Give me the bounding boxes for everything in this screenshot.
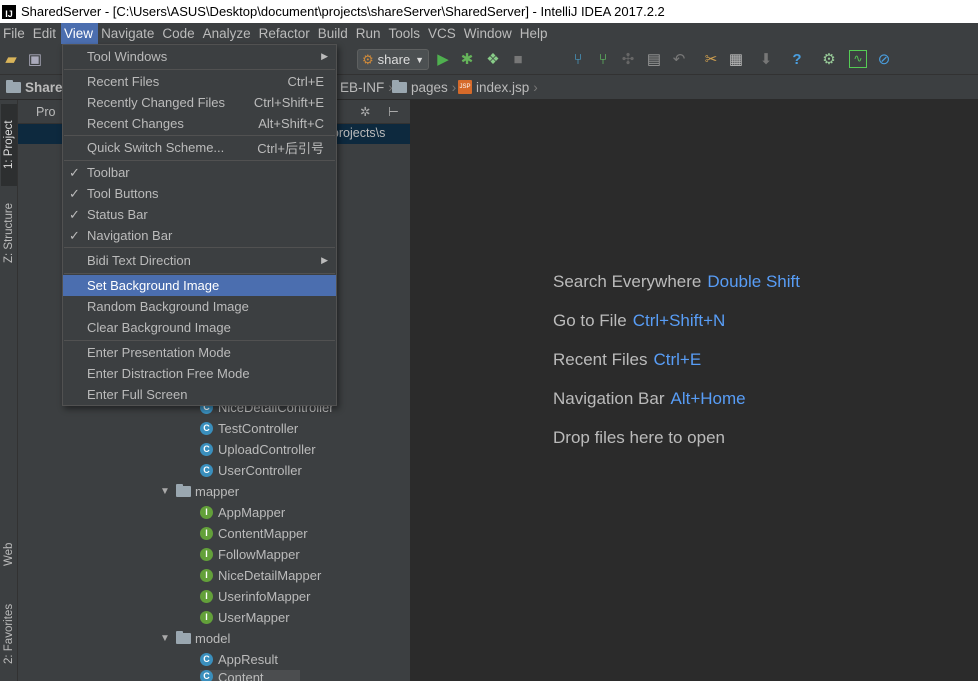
menu-item-tool-buttons[interactable]: ✓ Tool Buttons xyxy=(63,183,336,204)
menu-item-presentation-mode[interactable]: Enter Presentation Mode xyxy=(63,342,336,363)
menu-build[interactable]: Build xyxy=(315,23,353,44)
disable-icon[interactable]: ⊘ xyxy=(875,50,893,68)
run-icon[interactable]: ▶ xyxy=(434,50,452,68)
menu-separator xyxy=(64,247,335,248)
folder-icon xyxy=(392,79,407,93)
tree-item[interactable]: C TestController xyxy=(200,418,298,439)
view-menu-dropdown: Tool Windows ▶ Recent Files Ctrl+E Recentl… xyxy=(62,44,337,406)
checkmark-icon: ✓ xyxy=(69,227,80,243)
menu-navigate[interactable]: Navigate xyxy=(98,23,159,44)
menu-separator xyxy=(64,69,335,70)
sdk-icon[interactable]: ⬇ xyxy=(757,50,775,68)
menu-item-random-background-image[interactable]: Random Background Image xyxy=(63,296,336,317)
tree-item[interactable]: I AppMapper xyxy=(200,502,285,523)
chevron-down-icon: ▼ xyxy=(415,54,424,65)
checkmark-icon: ✓ xyxy=(69,206,80,222)
hint-recent-files: Recent Files Ctrl+E xyxy=(553,350,702,369)
menu-separator xyxy=(64,340,335,341)
tree-item[interactable]: I ContentMapper xyxy=(200,523,308,544)
hide-panel-icon[interactable]: ⊢ xyxy=(388,104,399,119)
tree-item[interactable]: I UserMapper xyxy=(200,607,290,628)
chevron-right-icon: › xyxy=(533,79,538,95)
left-tool-strip: 1: Project Z: Structure Web 2: Favorites xyxy=(0,100,18,681)
menu-file[interactable]: File xyxy=(0,23,30,44)
tab-project[interactable]: 1: Project xyxy=(1,104,17,186)
settings-icon[interactable]: ✂ xyxy=(702,50,720,68)
compare-icon[interactable]: ✣ xyxy=(619,50,637,68)
monitor-icon[interactable]: ∿ xyxy=(849,50,867,68)
checkmark-icon: ✓ xyxy=(69,164,80,180)
open-folder-icon[interactable]: ▰ xyxy=(2,50,20,68)
tree-item[interactable]: C Content xyxy=(200,670,300,681)
menu-item-distraction-free-mode[interactable]: Enter Distraction Free Mode xyxy=(63,363,336,384)
menu-separator xyxy=(64,135,335,136)
gear-icon[interactable]: ✲ xyxy=(360,104,370,119)
history-icon[interactable]: ▤ xyxy=(645,50,663,68)
hint-search-everywhere: Search Everywhere Double Shift xyxy=(553,272,800,291)
tree-item[interactable]: C UploadController xyxy=(200,439,316,460)
menu-item-recent-files[interactable]: Recent Files Ctrl+E xyxy=(63,71,336,92)
menu-refactor[interactable]: Refactor xyxy=(256,23,315,44)
menu-item-recent-changes[interactable]: Recent Changes Alt+Shift+C xyxy=(63,113,336,134)
menu-edit[interactable]: Edit xyxy=(30,23,61,44)
menu-run[interactable]: Run xyxy=(353,23,386,44)
menu-item-toolbar[interactable]: ✓ Toolbar xyxy=(63,162,336,183)
tab-favorites[interactable]: 2: Favorites xyxy=(1,592,17,676)
tree-item[interactable]: C AppResult xyxy=(200,649,278,670)
configuration-icon: ⚙ xyxy=(362,51,374,67)
run-configuration-select[interactable]: ⚙ share ▼ xyxy=(357,49,429,70)
breadcrumb-file[interactable]: JSP index.jsp › xyxy=(454,75,542,100)
menu-window[interactable]: Window xyxy=(461,23,517,44)
menu-help[interactable]: Help xyxy=(517,23,553,44)
menu-separator xyxy=(64,273,335,274)
checkmark-icon: ✓ xyxy=(69,185,80,201)
vcs-update-icon[interactable]: ⑂ xyxy=(569,50,587,68)
menu-item-clear-background-image[interactable]: Clear Background Image xyxy=(63,317,336,338)
submenu-arrow-icon: ▶ xyxy=(321,255,328,265)
revert-icon[interactable]: ↶ xyxy=(670,50,688,68)
plugin-icon[interactable]: ⚙ xyxy=(820,50,838,68)
intellij-logo-icon: IJ xyxy=(2,4,16,19)
title-bar: IJ SharedServer - [C:\Users\ASUS\Desktop… xyxy=(0,0,978,23)
jsp-file-icon: JSP xyxy=(458,80,472,94)
tree-item[interactable]: I NiceDetailMapper xyxy=(200,565,321,586)
menu-item-recently-changed-files[interactable]: Recently Changed Files Ctrl+Shift+E xyxy=(63,92,336,113)
hint-navigation-bar: Navigation Bar Alt+Home xyxy=(553,389,746,408)
folder-icon xyxy=(6,79,21,93)
menu-tools[interactable]: Tools xyxy=(386,23,426,44)
window-title: SharedServer - [C:\Users\ASUS\Desktop\do… xyxy=(21,4,665,19)
help-icon[interactable]: ? xyxy=(788,50,806,68)
tree-item[interactable]: I UserinfoMapper xyxy=(200,586,311,607)
tab-web[interactable]: Web xyxy=(1,530,17,578)
menu-code[interactable]: Code xyxy=(159,23,199,44)
debug-icon[interactable]: ✱ xyxy=(458,50,476,68)
menu-item-tool-windows[interactable]: Tool Windows ▶ xyxy=(63,46,336,67)
hint-drop-files: Drop files here to open xyxy=(553,428,725,447)
tab-structure[interactable]: Z: Structure xyxy=(1,192,17,274)
save-icon[interactable]: ▣ xyxy=(26,50,44,68)
menu-item-full-screen[interactable]: Enter Full Screen xyxy=(63,384,336,405)
menu-item-quick-switch-scheme[interactable]: Quick Switch Scheme... Ctrl+后引号 xyxy=(63,137,336,158)
menu-item-bidi-text-direction[interactable]: Bidi Text Direction ▶ xyxy=(63,250,336,271)
menu-vcs[interactable]: VCS xyxy=(425,23,461,44)
menu-item-set-background-image[interactable]: Set Background Image xyxy=(63,275,336,296)
menu-view[interactable]: View xyxy=(61,23,99,44)
editor-area[interactable]: Search Everywhere Double Shift Go to File… xyxy=(410,100,978,681)
menu-bar: File Edit View Navigate Code Analyze Ref… xyxy=(0,23,978,44)
tree-folder-model[interactable]: ▼ model xyxy=(158,628,230,649)
tree-folder-mapper[interactable]: ▼ mapper xyxy=(158,481,239,502)
menu-item-navigation-bar[interactable]: ✓ Navigation Bar xyxy=(63,225,336,246)
coverage-icon[interactable]: ❖ xyxy=(484,50,502,68)
breadcrumb-pages[interactable]: pages › xyxy=(388,75,460,100)
hint-go-to-file: Go to File Ctrl+Shift+N xyxy=(553,311,726,330)
submenu-arrow-icon: ▶ xyxy=(321,51,328,61)
menu-analyze[interactable]: Analyze xyxy=(200,23,256,44)
menu-separator xyxy=(64,160,335,161)
vcs-commit-icon[interactable]: ⑂ xyxy=(594,50,612,68)
tree-item[interactable]: I FollowMapper xyxy=(200,544,300,565)
stop-icon[interactable]: ■ xyxy=(509,50,527,68)
menu-item-status-bar[interactable]: ✓ Status Bar xyxy=(63,204,336,225)
project-structure-icon[interactable]: ▦ xyxy=(727,50,745,68)
tree-item[interactable]: C UserController xyxy=(200,460,302,481)
